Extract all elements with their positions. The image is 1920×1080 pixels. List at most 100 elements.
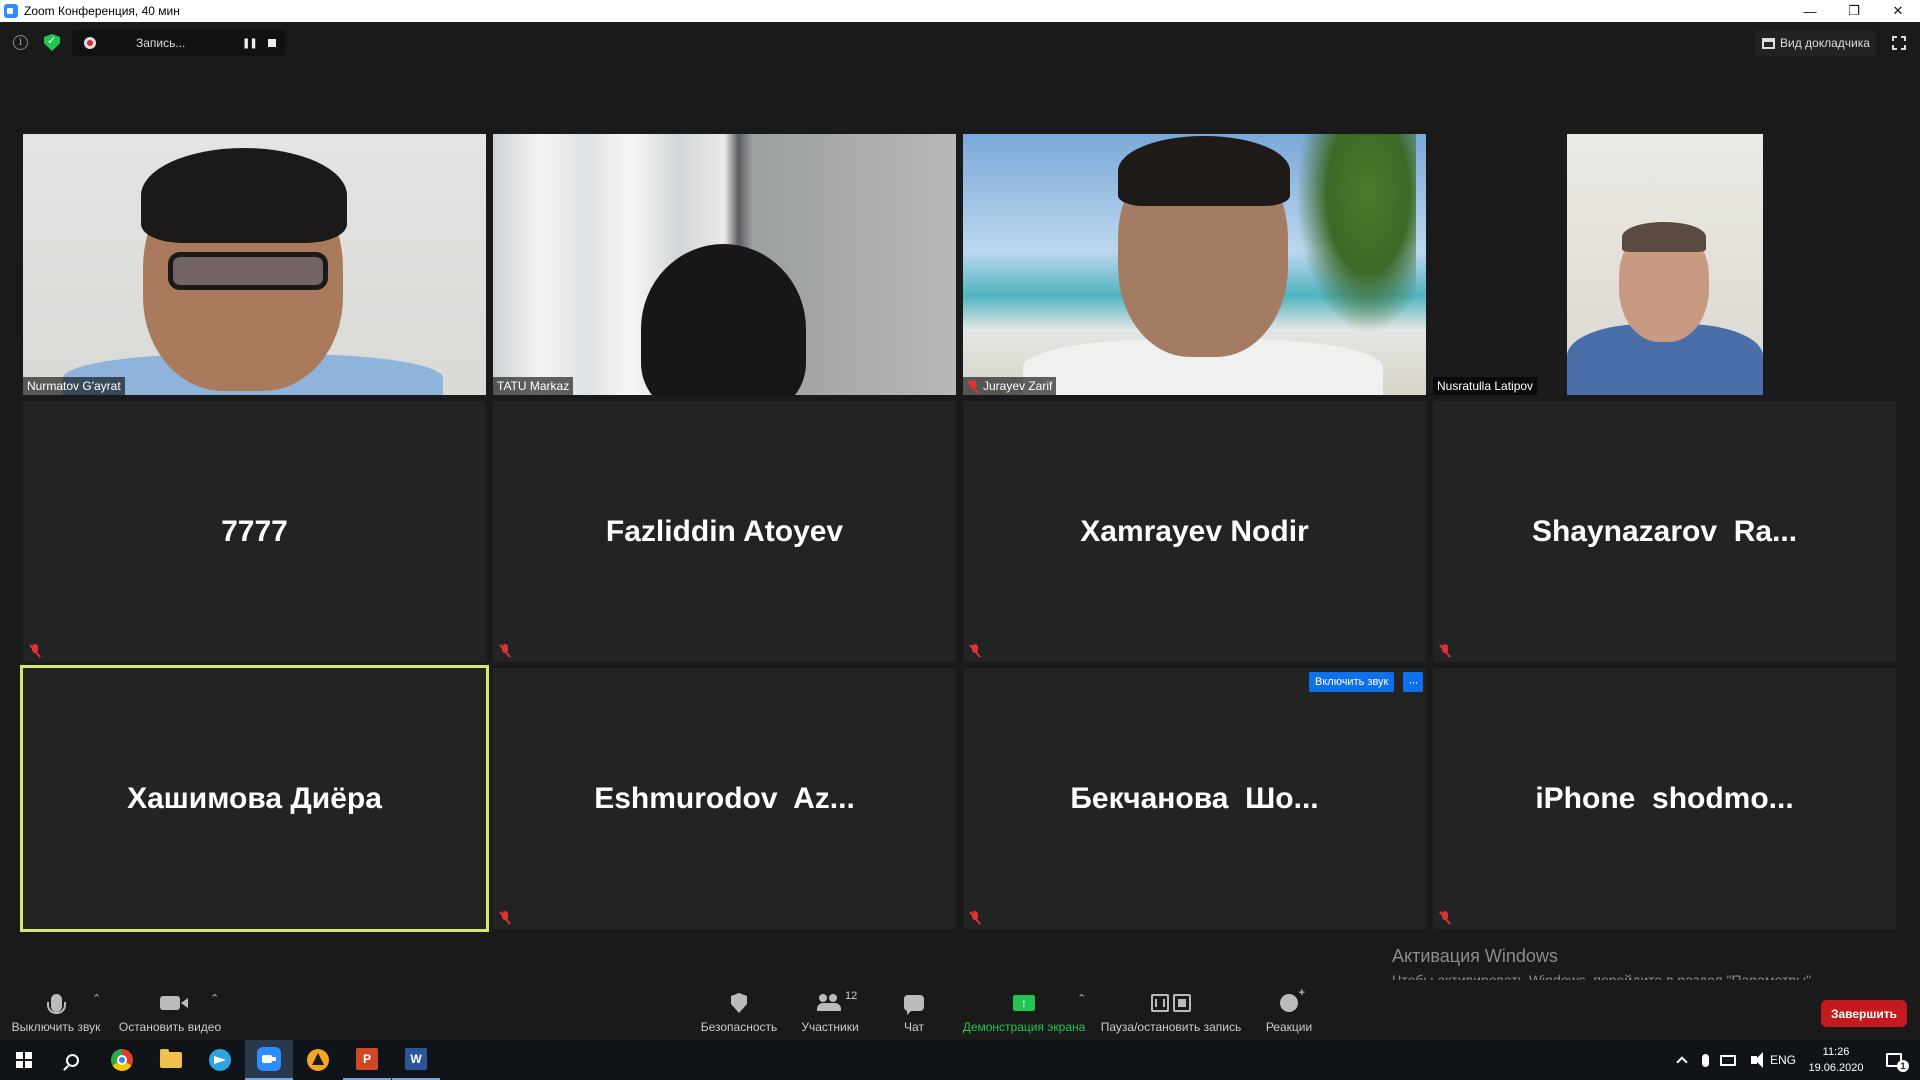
participant-tile[interactable]: Jurayev Zarif [963,134,1426,395]
participant-tile[interactable]: Shaynazarov Ra... [1433,401,1896,662]
participant-tile[interactable]: Eshmurodov Az... [493,668,956,929]
participant-video [493,134,956,395]
clock-date: 19.06.2020 [1808,1062,1864,1074]
participant-name: 7777 [221,514,288,548]
end-meeting-button[interactable]: Завершить [1821,1000,1907,1027]
security-label: Безопасность [700,1020,778,1034]
muted-mic-icon [29,644,41,658]
network-icon [1720,1054,1736,1066]
participant-name-label: Nusratulla Latipov [1433,377,1538,395]
participant-video [23,134,486,395]
telegram-icon [209,1049,231,1071]
reactions-button[interactable]: Реакции [1262,980,1316,1040]
recording-stop-icon[interactable] [268,39,276,47]
participant-tile[interactable]: TATU Markaz [493,134,956,395]
participant-tile[interactable]: Xamrayev Nodir [963,401,1426,662]
participant-name: Eshmurodov Az... [594,781,855,815]
security-shield-icon [731,993,747,1013]
window-controls: — ❐ ✕ [1788,0,1920,22]
chat-button[interactable]: Чат [884,980,944,1040]
participant-name-label: Nurmatov G'ayrat [23,377,125,395]
tray-language[interactable]: ENG [1768,1040,1798,1080]
volume-icon [1751,1052,1763,1068]
window-title: Zoom Конференция, 40 мин [24,4,180,18]
muted-mic-icon [1439,644,1451,658]
participant-tile[interactable]: Nurmatov G'ayrat [23,134,486,395]
taskbar-search-button[interactable] [48,1040,96,1080]
share-screen-label: Демонстрация экрана [962,1020,1086,1034]
tray-network[interactable] [1716,1040,1740,1080]
unmute-participant-button[interactable]: Включить звук [1309,672,1395,692]
stop-video-label: Остановить видео [118,1020,222,1034]
muted-mic-icon [499,644,511,658]
tray-volume[interactable] [1742,1040,1766,1080]
fullscreen-icon[interactable] [1891,35,1907,51]
speaker-view-button[interactable]: Вид докладчика [1754,30,1876,56]
reactions-label: Реакции [1265,1020,1313,1034]
participant-video [1433,134,1896,395]
participant-tile[interactable]: Бекчанова Шо... [963,668,1426,929]
mute-label: Выключить звук [11,1020,101,1034]
participant-name: Бекчанова Шо... [1070,781,1319,815]
minimize-button[interactable]: — [1788,0,1832,22]
recording-label: Запись... [136,36,186,50]
participant-tile[interactable]: iPhone shodmo... [1433,668,1896,929]
windows-taskbar: P W ENG 11:26 19.06.2020 1 [0,1040,1920,1080]
participants-count: 12 [845,990,858,1002]
pause-stop-icon [1151,994,1191,1012]
participant-name-label: Jurayev Zarif [963,377,1057,395]
tray-overflow-button[interactable] [1672,1040,1692,1080]
encryption-shield-icon[interactable] [44,34,60,51]
mute-button[interactable]: Выключить звук [8,980,104,1040]
microphone-icon [46,994,66,1014]
share-options-caret[interactable]: ⌃ [1077,992,1086,1005]
taskbar-telegram[interactable] [196,1040,244,1080]
participants-button[interactable]: 12 Участники [796,980,864,1040]
taskbar-chrome[interactable] [98,1040,146,1080]
video-options-caret[interactable]: ⌃ [210,992,219,1005]
security-button[interactable]: Безопасность [698,980,780,1040]
active-speaker-tile[interactable]: Хашимова Диёра [20,665,489,932]
recording-pause-icon[interactable]: ❚❚ [242,38,262,49]
share-arrow-icon: ↑ [1013,995,1035,1011]
participant-tile[interactable]: Fazliddin Atoyev [493,401,956,662]
participant-name: Xamrayev Nodir [1080,514,1309,548]
chrome-icon [111,1049,133,1071]
more-options-button[interactable]: ··· [1403,672,1423,692]
close-button[interactable]: ✕ [1876,0,1920,22]
muted-mic-icon [499,911,511,925]
participant-tile[interactable]: 7777 [23,401,486,662]
participant-name: Хашимова Диёра [127,781,382,815]
speaker-view-label: Вид докладчика [1780,36,1870,50]
audio-options-caret[interactable]: ⌃ [92,992,101,1005]
meeting-info-icon[interactable]: i [13,35,28,50]
windows-logo-icon [16,1052,32,1068]
taskbar-word[interactable]: W [392,1040,440,1080]
meeting-toolbar: Выключить звук ⌃ Остановить видео ⌃ Безо… [0,980,1920,1040]
activation-watermark-title: Активация Windows [1392,946,1558,966]
muted-mic-icon [969,644,981,658]
folder-icon [160,1049,182,1068]
share-screen-button[interactable]: ↑ Демонстрация экрана [960,980,1088,1040]
action-center-button[interactable]: 1 [1876,1040,1912,1080]
participant-video [963,134,1426,395]
aimp-icon [307,1049,329,1071]
taskbar-powerpoint[interactable]: P [343,1040,391,1080]
tray-microphone[interactable] [1696,1040,1714,1080]
chevron-up-icon [1676,1056,1688,1068]
recording-dot-icon [84,37,96,49]
reaction-smiley-icon [1280,987,1305,1012]
start-button[interactable] [0,1040,48,1080]
powerpoint-icon: P [356,1048,378,1070]
taskbar-explorer[interactable] [147,1040,195,1080]
pause-stop-recording-button[interactable]: Пауза/остановить запись [1100,980,1242,1040]
restore-button[interactable]: ❐ [1832,0,1876,22]
taskbar-aimp[interactable] [294,1040,342,1080]
taskbar-clock[interactable]: 11:26 19.06.2020 [1800,1042,1872,1078]
taskbar-zoom[interactable] [245,1040,293,1080]
participant-tile[interactable]: Nusratulla Latipov [1433,134,1896,395]
stop-video-button[interactable]: Остановить видео [116,980,224,1040]
participant-name: Shaynazarov Ra... [1531,514,1798,548]
chat-label: Чат [904,1020,924,1034]
muted-mic-icon [1439,911,1451,925]
